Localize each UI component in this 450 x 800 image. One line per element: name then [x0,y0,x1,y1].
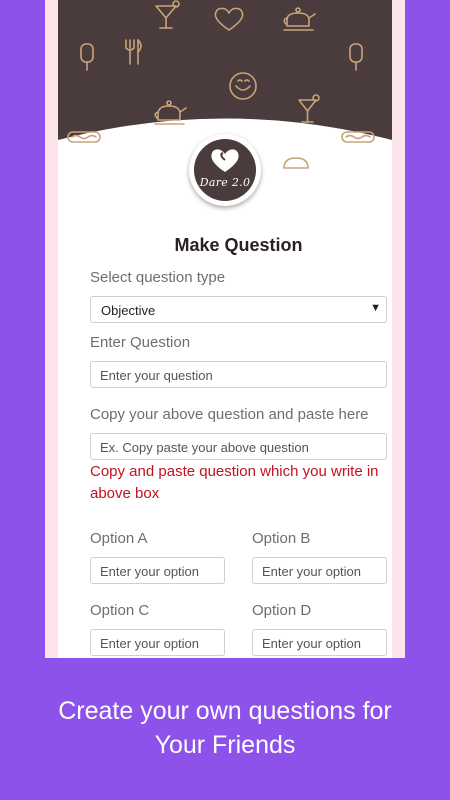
option-a-label: Option A [90,530,148,547]
app-logo: Dare 2.0 [189,134,261,206]
app-screen: Dare 2.0 Make Question Select question t… [58,0,392,658]
question-input[interactable]: Enter your question [90,361,387,388]
option-d-label: Option D [252,602,312,619]
option-a-placeholder: Enter your option [100,564,200,579]
copy-question-placeholder: Ex. Copy paste your above question [100,440,309,455]
cake-icon [283,157,309,169]
caption-line-1: Create your own questions for [58,697,392,725]
option-c-input[interactable]: Enter your option [90,629,225,656]
question-type-value: Objective [101,303,156,318]
option-d-input[interactable]: Enter your option [252,629,387,656]
question-type-label: Select question type [90,269,226,286]
promo-caption: Create your own questions for Your Frien… [0,694,450,762]
dropdown-caret-icon: ▼ [370,302,381,314]
option-b-label: Option B [252,530,311,547]
option-a-input[interactable]: Enter your option [90,557,225,584]
heart-logo-icon [211,149,239,172]
option-d-placeholder: Enter your option [262,636,362,651]
enter-question-label: Enter Question [90,334,191,351]
option-c-placeholder: Enter your option [100,636,200,651]
caption-line-2: Your Friends [154,731,296,759]
copy-question-label: Copy your above question and paste here [90,406,369,423]
copy-question-input[interactable]: Ex. Copy paste your above question [90,433,387,460]
question-placeholder: Enter your question [100,368,213,383]
phone-frame: Dare 2.0 Make Question Select question t… [45,0,405,658]
logo-text: Dare 2.0 [199,176,251,189]
error-message: Copy and paste question which you write … [90,463,379,502]
option-b-placeholder: Enter your option [262,564,362,579]
option-b-input[interactable]: Enter your option [252,557,387,584]
option-c-label: Option C [90,602,150,619]
question-type-select[interactable]: Objective ▼ [90,296,387,323]
page-title: Make Question [174,235,303,255]
